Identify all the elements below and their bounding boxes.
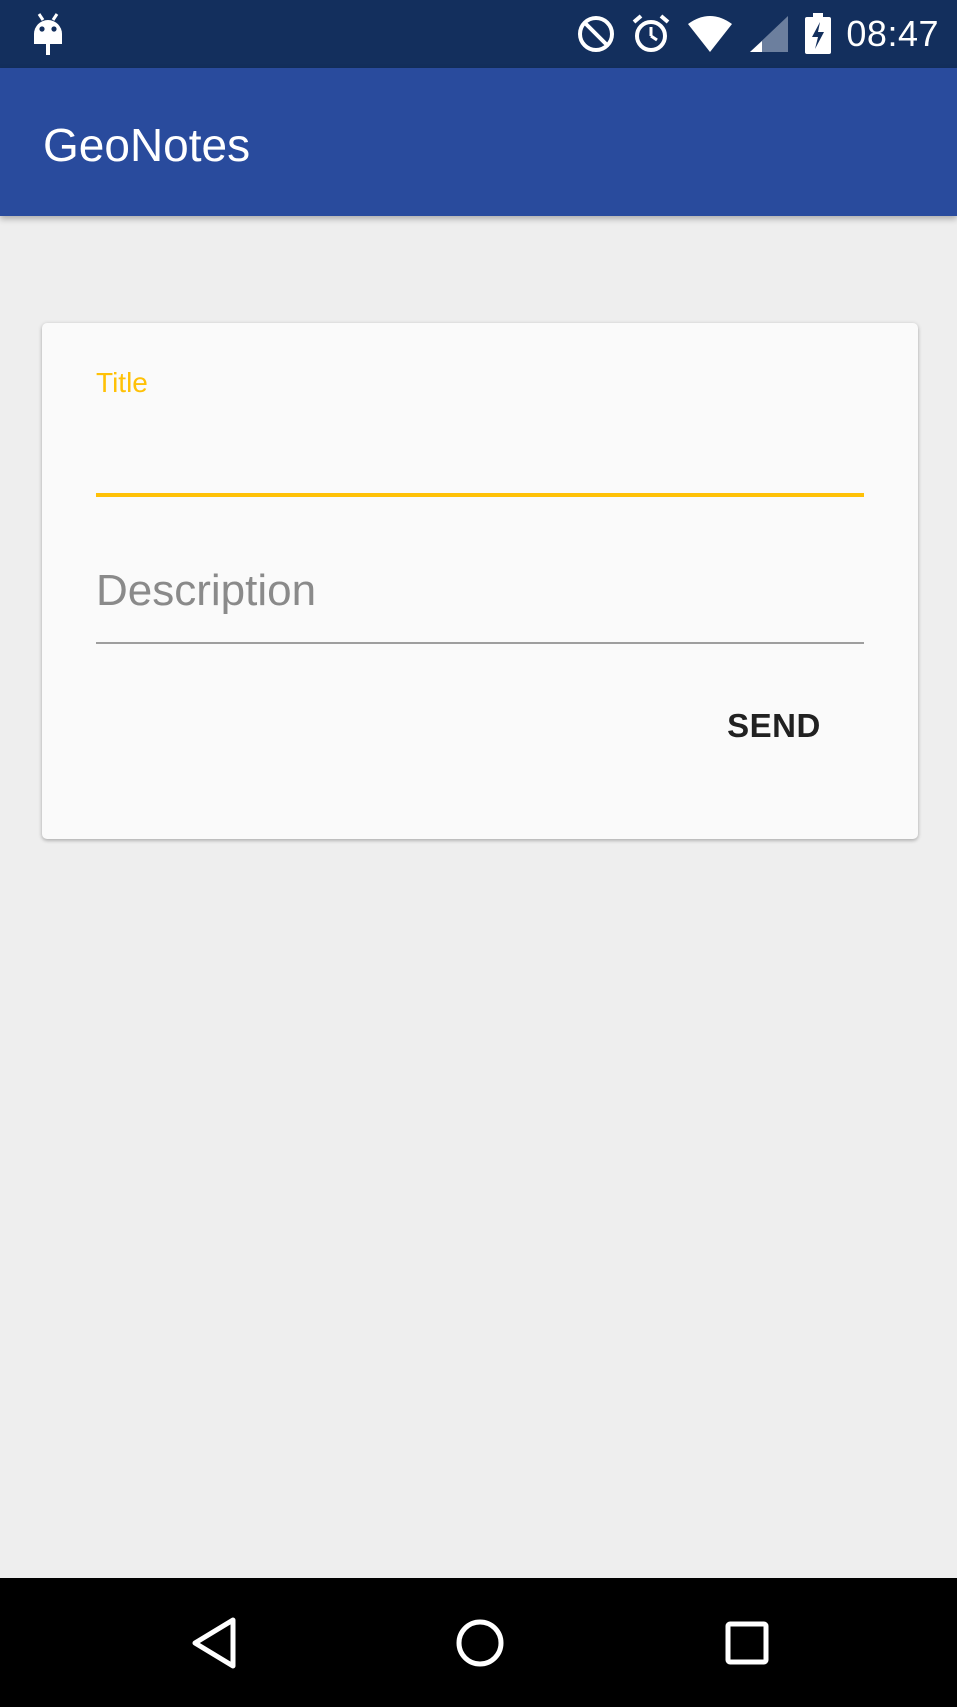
navigation-bar: [0, 1578, 957, 1707]
home-icon: [454, 1617, 506, 1674]
status-clock: 08:47: [846, 13, 939, 54]
wifi-icon: [686, 14, 734, 54]
back-icon: [189, 1616, 239, 1675]
app-bar: GeoNotes: [0, 68, 957, 216]
cellular-signal-icon: [748, 14, 790, 54]
back-button[interactable]: [154, 1600, 274, 1690]
status-icons: 08:47: [576, 0, 939, 68]
battery-charging-icon: [804, 13, 832, 55]
title-input[interactable]: [96, 401, 864, 491]
note-form-card: Title SEND: [42, 323, 918, 839]
status-bar: 08:47: [0, 0, 957, 68]
app-title: GeoNotes: [43, 119, 251, 171]
android-debug-icon: [30, 12, 66, 56]
title-field-underline: [96, 493, 864, 497]
description-input[interactable]: [96, 541, 864, 641]
description-field-underline: [96, 642, 864, 644]
alarm-icon: [630, 13, 672, 55]
title-field-label: Title: [96, 367, 148, 398]
recents-button[interactable]: [687, 1600, 807, 1690]
send-button[interactable]: SEND: [684, 687, 864, 765]
recents-icon: [724, 1620, 770, 1671]
home-button[interactable]: [420, 1600, 540, 1690]
do-not-disturb-icon: [576, 14, 616, 54]
